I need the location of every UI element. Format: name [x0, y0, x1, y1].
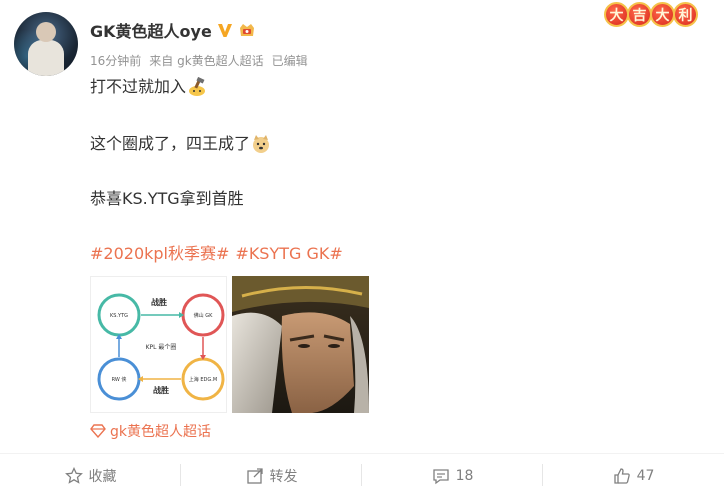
- member-crown-icon[interactable]: [237, 21, 257, 39]
- verified-v-icon: [217, 24, 232, 37]
- center-label: KPL 最个圈: [146, 344, 177, 351]
- username-row: GK黄色超人oye: [90, 18, 257, 42]
- node-edgm: 上海 EDG.M: [189, 376, 217, 383]
- comment-count: 18: [455, 467, 474, 484]
- hashtag-kpl[interactable]: #2020kpl秋季赛#: [90, 243, 229, 265]
- post-line-1: 打不过就加入: [90, 76, 207, 98]
- node-gk: 佛山 GK: [194, 312, 213, 319]
- festive-badge[interactable]: 大 吉 大 利: [604, 2, 698, 27]
- win-label-top: 战胜: [151, 297, 167, 307]
- diagram-image[interactable]: KS.YTG 佛山 GK RW 侠 上海 EDG.M KPL 最个圈 战胜 战胜: [90, 276, 227, 413]
- diamond-icon: [90, 424, 106, 438]
- super-topic-link[interactable]: gk黄色超人超话: [90, 421, 211, 441]
- post-source[interactable]: 来自 gk黄色超人超话: [149, 52, 263, 69]
- win-cycle-diagram: KS.YTG 佛山 GK RW 侠 上海 EDG.M KPL 最个圈 战胜 战胜: [97, 293, 225, 401]
- share-icon: [246, 467, 263, 484]
- like-button[interactable]: 47: [543, 454, 724, 497]
- comment-icon: [432, 468, 449, 484]
- repost-button[interactable]: 转发: [181, 454, 362, 497]
- avatar[interactable]: [14, 12, 78, 76]
- node-rw: RW 侠: [112, 376, 127, 383]
- post-time[interactable]: 16分钟前: [90, 52, 141, 69]
- super-topic-label: gk黄色超人超话: [110, 424, 211, 440]
- character-illustration: [232, 276, 369, 413]
- favorite-button[interactable]: 收藏: [0, 454, 181, 497]
- edited-label[interactable]: 已编辑: [272, 52, 308, 69]
- username[interactable]: GK黄色超人oye: [90, 18, 212, 42]
- post-line-2: 这个圈成了，四王成了: [90, 133, 271, 155]
- action-bar: 收藏 转发 18 47: [0, 454, 724, 497]
- hashtag-row: #2020kpl秋季赛# #KSYTG GK#: [90, 243, 343, 265]
- hashtag-ksytg[interactable]: #KSYTG GK#: [235, 243, 342, 265]
- doge-emoji-icon: [253, 135, 270, 153]
- thumbs-up-icon: [613, 467, 630, 484]
- festive-char: 利: [673, 2, 698, 27]
- hammer-emoji-icon: [189, 77, 206, 96]
- node-ksytg: KS.YTG: [110, 313, 128, 319]
- like-count: 47: [636, 467, 655, 484]
- win-label-bottom: 战胜: [153, 385, 169, 395]
- post-line-3: 恭喜KS.YTG拿到首胜: [90, 189, 244, 208]
- festive-char: 大: [650, 2, 675, 27]
- star-icon: [64, 466, 83, 484]
- post-meta: 16分钟前 来自 gk黄色超人超话 已编辑: [90, 52, 308, 69]
- festive-char: 大: [604, 2, 629, 27]
- comment-button[interactable]: 18: [362, 454, 543, 497]
- festive-char: 吉: [627, 2, 652, 27]
- character-image[interactable]: [232, 276, 369, 413]
